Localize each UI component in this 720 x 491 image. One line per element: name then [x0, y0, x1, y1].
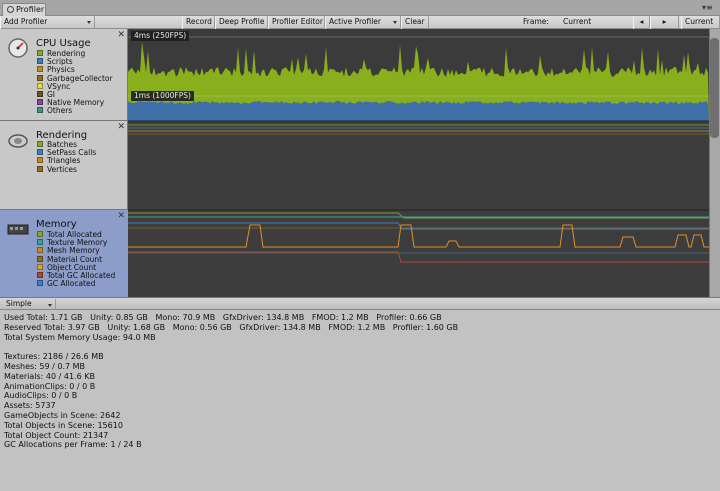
close-icon[interactable]: ✕: [117, 122, 125, 132]
legend-swatch: [37, 58, 43, 65]
profiler-icon: [7, 6, 14, 13]
current-frame-button[interactable]: Current: [681, 16, 720, 29]
profiler-tab[interactable]: Profiler: [2, 3, 46, 16]
legend-swatch: [37, 82, 43, 89]
rendering-icon: [8, 134, 28, 148]
profiler-editor-button[interactable]: Profiler Editor: [268, 16, 325, 29]
details-line: GC Allocations per Frame: 1 / 24 B: [4, 440, 142, 450]
details-line: Textures: 2186 / 26.6 MB: [4, 352, 104, 362]
profiler-areas-list: CPU Usage ✕ Rendering Scripts Physics Garba…: [0, 29, 128, 297]
legend-swatch: [37, 141, 43, 147]
cpu-icon: [8, 38, 28, 58]
deep-profile-button[interactable]: Deep Profile: [215, 16, 268, 29]
close-icon[interactable]: ✕: [117, 30, 125, 40]
legend-label: GC Allocated: [47, 279, 96, 289]
memory-chart: [128, 212, 709, 263]
area-cpu-usage[interactable]: CPU Usage ✕ Rendering Scripts Physics Garba…: [0, 29, 128, 121]
cpu-title: CPU Usage: [36, 38, 91, 49]
legend-label: Vertices: [47, 164, 77, 174]
graphs-scrollbar-thumb[interactable]: [710, 38, 719, 138]
rendering-chart: [128, 124, 709, 135]
legend-item[interactable]: Vertices: [37, 164, 77, 174]
window-menu-icon[interactable]: ▾≡: [702, 3, 716, 13]
tab-title: Profiler: [16, 5, 45, 14]
memory-details-panel: Used Total: 1.71 GB Unity: 0.85 GB Mono:…: [0, 310, 720, 491]
area-rendering[interactable]: Rendering ✕ Batches SetPass Calls Triangle…: [0, 121, 128, 210]
legend-swatch: [37, 107, 43, 114]
details-line: Used Total: 1.71 GB Unity: 0.85 GB Mono:…: [4, 313, 442, 322]
details-line: Materials: 40 / 41.6 KB: [4, 371, 95, 381]
details-line: Assets: 5737: [4, 401, 56, 411]
legend-swatch: [37, 157, 43, 164]
details-line: GameObjects in Scene: 2642: [4, 410, 121, 420]
details-toolbar: Simple: [0, 297, 720, 310]
legend-swatch: [37, 263, 43, 270]
legend-swatch: [37, 165, 43, 172]
frame-label: Frame:: [523, 17, 549, 26]
details-line: AnimationClips: 0 / 0 B: [4, 381, 96, 391]
cpu-marker-4ms: 4ms (250FPS): [131, 31, 190, 41]
details-line: Total System Memory Usage: 94.0 MB: [4, 332, 156, 342]
legend-label: Others: [47, 106, 73, 116]
legend-swatch: [37, 280, 43, 287]
area-memory[interactable]: Memory ✕ Total Allocated Texture Memory Me…: [0, 210, 128, 297]
legend-item[interactable]: Others: [37, 107, 72, 115]
legend-swatch: [37, 231, 43, 237]
legend-swatch: [37, 99, 43, 106]
details-line: Total Object Count: 21347: [4, 430, 109, 440]
add-profiler-dropdown[interactable]: Add Profiler: [0, 16, 95, 29]
legend-swatch: [37, 149, 43, 156]
memory-icon: [7, 224, 29, 235]
memory-title: Memory: [36, 219, 77, 230]
legend-swatch: [37, 50, 43, 56]
legend-swatch: [37, 247, 43, 254]
profiler-toolbar: Add Profiler Record Deep Profile Profile…: [0, 16, 720, 29]
window-titlebar: Profiler ▾≡: [0, 0, 720, 16]
record-button[interactable]: Record: [182, 16, 215, 29]
legend-swatch: [37, 91, 43, 97]
cpu-marker-1ms: 1ms (1000FPS): [131, 91, 194, 101]
legend-swatch: [37, 272, 43, 278]
legend-item[interactable]: GC Allocated: [37, 280, 95, 288]
profiler-graphs[interactable]: 4ms (250FPS) 1ms (1000FPS): [128, 29, 709, 297]
step-back-icon[interactable]: ◂: [633, 16, 650, 29]
legend-swatch: [37, 239, 43, 246]
legend-swatch: [37, 255, 43, 262]
details-line: AudioClips: 0 / 0 B: [4, 391, 78, 401]
frame-value: Current: [563, 17, 592, 26]
details-line: Meshes: 59 / 0.7 MB: [4, 361, 86, 371]
step-forward-icon[interactable]: ▸: [650, 16, 679, 29]
cpu-scripts-series: [128, 101, 709, 121]
close-icon[interactable]: ✕: [117, 211, 125, 221]
active-profiler-dropdown[interactable]: Active Profiler: [325, 16, 401, 29]
details-line: [4, 342, 716, 352]
details-line: Reserved Total: 3.97 GB Unity: 1.68 GB M…: [4, 322, 459, 332]
view-mode-dropdown[interactable]: Simple: [2, 299, 56, 309]
legend-swatch: [37, 74, 43, 81]
legend-swatch: [37, 66, 43, 73]
details-line: Total Objects in Scene: 15610: [4, 420, 123, 430]
clear-button[interactable]: Clear: [401, 16, 429, 29]
